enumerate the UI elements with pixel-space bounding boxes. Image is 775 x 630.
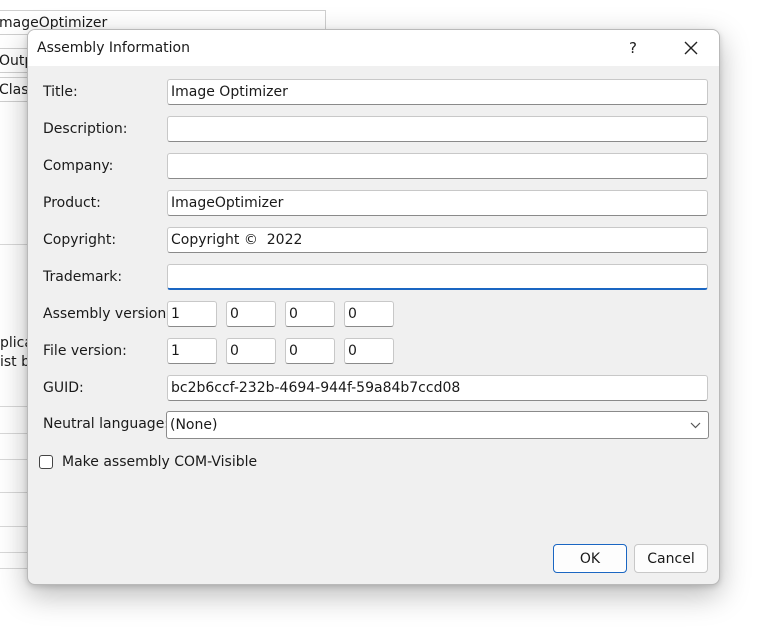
assembly-version-build[interactable]: 0 xyxy=(285,301,335,327)
guid-label: GUID: xyxy=(43,380,84,396)
help-button[interactable]: ? xyxy=(610,30,656,66)
background-divider xyxy=(0,459,28,460)
ok-button[interactable]: OK xyxy=(553,544,627,573)
cancel-button[interactable]: Cancel xyxy=(634,544,708,573)
background-divider xyxy=(0,568,28,569)
com-visible-label[interactable]: Make assembly COM-Visible xyxy=(62,454,257,470)
neutral-language-value: (None) xyxy=(170,417,218,433)
title-field[interactable]: Image Optimizer xyxy=(167,79,708,105)
dialog-titlebar[interactable]: Assembly Information ? xyxy=(28,30,719,66)
description-label: Description: xyxy=(43,121,128,137)
close-button[interactable] xyxy=(668,30,714,66)
assembly-version-revision[interactable]: 0 xyxy=(344,301,394,327)
file-version-minor[interactable]: 0 xyxy=(226,338,276,364)
copyright-label: Copyright: xyxy=(43,232,117,248)
product-field[interactable]: ImageOptimizer xyxy=(167,190,708,216)
trademark-field[interactable] xyxy=(167,264,708,290)
background-divider xyxy=(0,552,28,553)
assembly-information-dialog: Assembly Information ? Title: Image Opti… xyxy=(27,29,720,585)
background-divider xyxy=(0,406,28,407)
company-field[interactable] xyxy=(167,153,708,179)
assembly-version-minor[interactable]: 0 xyxy=(226,301,276,327)
neutral-language-label: Neutral language: xyxy=(43,416,170,432)
description-field[interactable] xyxy=(167,116,708,142)
background-divider xyxy=(0,244,28,245)
file-version-label: File version: xyxy=(43,343,127,359)
background-text: ist b xyxy=(0,354,31,370)
background-divider xyxy=(0,526,28,527)
trademark-label: Trademark: xyxy=(43,269,123,285)
dialog-title: Assembly Information xyxy=(37,40,190,56)
com-visible-row[interactable]: Make assembly COM-Visible xyxy=(39,452,257,472)
close-icon xyxy=(684,41,698,55)
file-version-major[interactable]: 1 xyxy=(167,338,217,364)
com-visible-checkbox[interactable] xyxy=(39,455,53,469)
chevron-down-icon xyxy=(688,412,702,438)
assembly-version-major[interactable]: 1 xyxy=(167,301,217,327)
assembly-version-label: Assembly version: xyxy=(43,306,171,322)
background-divider xyxy=(0,492,28,493)
product-label: Product: xyxy=(43,195,101,211)
title-label: Title: xyxy=(43,84,78,100)
background-divider xyxy=(0,433,28,434)
help-icon: ? xyxy=(629,39,637,57)
file-version-build[interactable]: 0 xyxy=(285,338,335,364)
company-label: Company: xyxy=(43,158,114,174)
guid-field[interactable]: bc2b6ccf-232b-4694-944f-59a84b7ccd08 xyxy=(167,375,708,401)
neutral-language-select[interactable]: (None) xyxy=(166,411,709,439)
copyright-field[interactable]: Copyright © 2022 xyxy=(167,227,708,253)
file-version-revision[interactable]: 0 xyxy=(344,338,394,364)
